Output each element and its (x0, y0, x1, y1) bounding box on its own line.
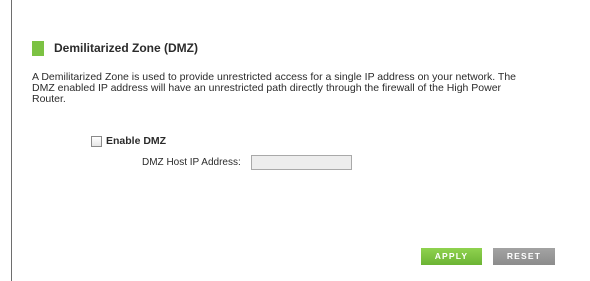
settings-panel: Demilitarized Zone (DMZ) A Demilitarized… (11, 0, 590, 281)
enable-dmz-row[interactable]: Enable DMZ (91, 135, 166, 147)
dmz-host-ip-label: DMZ Host IP Address: (142, 157, 241, 168)
dmz-host-ip-input[interactable] (250, 155, 352, 170)
section-header: Demilitarized Zone (DMZ) (32, 40, 198, 56)
enable-dmz-label[interactable]: Enable DMZ (106, 135, 166, 147)
dmz-description: A Demilitarized Zone is used to provide … (32, 72, 588, 105)
reset-button[interactable]: RESET (493, 248, 555, 265)
dmz-host-row: DMZ Host IP Address: (142, 155, 352, 170)
section-title: Demilitarized Zone (DMZ) (54, 41, 199, 55)
section-marker (32, 40, 44, 56)
apply-button[interactable]: APPLY (421, 248, 482, 265)
enable-dmz-checkbox[interactable] (91, 135, 102, 147)
description-line: Router. (32, 93, 66, 105)
description-line: DMZ enabled IP address will have an unre… (32, 82, 502, 94)
